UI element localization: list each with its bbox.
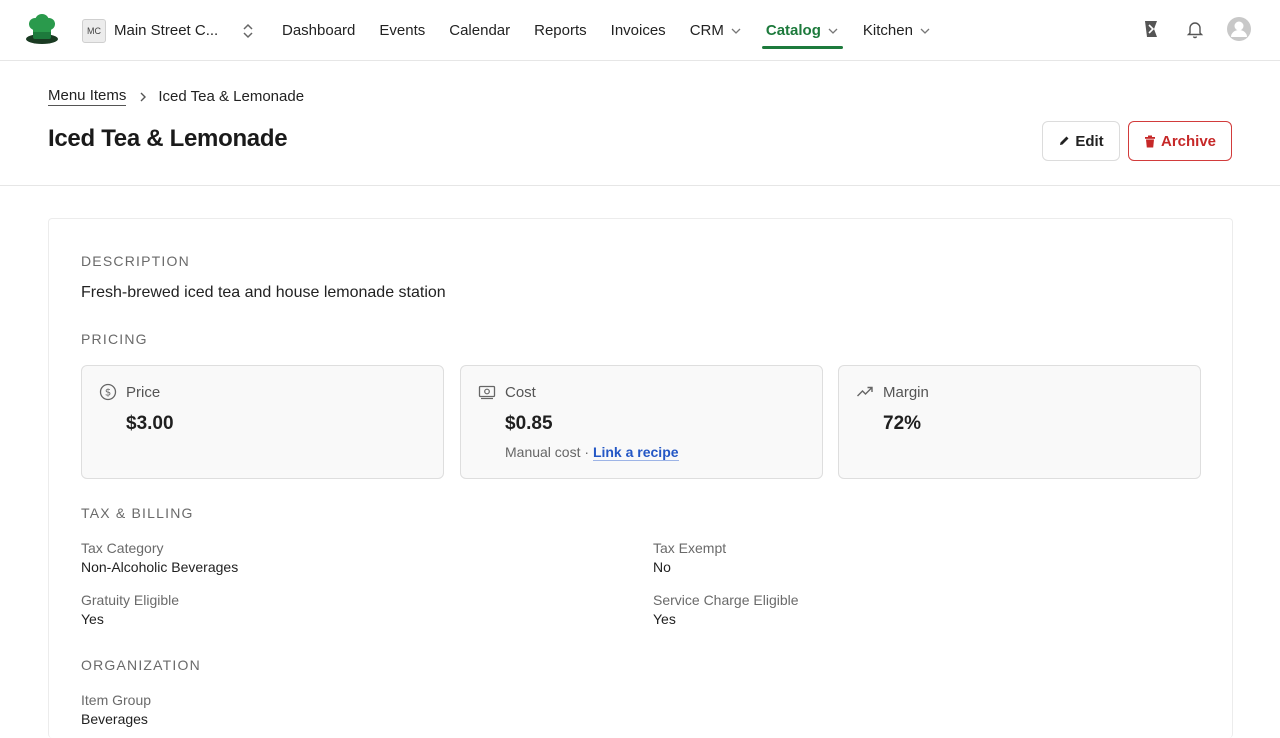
chevron-up-down-icon[interactable] xyxy=(240,22,256,40)
nav-kitchen[interactable]: Kitchen xyxy=(863,0,931,61)
nav-label: Reports xyxy=(534,22,587,39)
nav-reports[interactable]: Reports xyxy=(534,0,587,61)
nav-label: Kitchen xyxy=(862,22,913,39)
organization-section-label: ORGANIZATION xyxy=(81,657,201,673)
chevron-down-icon xyxy=(731,28,741,34)
bell-icon[interactable] xyxy=(1182,16,1208,42)
org-name: Main Street C... xyxy=(114,22,219,39)
margin-tile: Margin 72% xyxy=(838,365,1201,479)
cash-icon xyxy=(478,385,496,400)
price-tile: $ Price $3.00 xyxy=(81,365,444,479)
edit-label: Edit xyxy=(1075,132,1104,150)
cost-note: Manual cost · Link a recipe xyxy=(505,444,679,461)
edit-button[interactable]: Edit xyxy=(1042,121,1120,161)
svg-text:$: $ xyxy=(105,388,111,399)
item-group-field: Item Group Beverages xyxy=(81,692,151,727)
archive-label: Archive xyxy=(1160,132,1217,150)
dollar-circle-icon: $ xyxy=(99,383,117,401)
nav-label: Dashboard xyxy=(282,22,356,39)
trending-up-icon xyxy=(857,386,873,397)
gratuity-eligible-field: Gratuity Eligible Yes xyxy=(81,592,179,627)
org-badge: MC xyxy=(82,18,106,43)
chevron-right-icon xyxy=(140,92,147,101)
nav-calendar[interactable]: Calendar xyxy=(449,0,510,61)
field-value: Yes xyxy=(81,611,104,627)
top-navigation: MC Main Street C... Dashboard Events Cal… xyxy=(0,0,1280,61)
tax-billing-section-label: TAX & BILLING xyxy=(81,505,194,521)
description-text: Fresh-brewed iced tea and house lemonade… xyxy=(81,284,446,301)
page-header: Menu Items Iced Tea & Lemonade Iced Tea … xyxy=(0,61,1280,186)
nav-label: CRM xyxy=(689,22,724,39)
feedback-icon[interactable] xyxy=(1138,16,1164,42)
chef-hat-logo-icon[interactable] xyxy=(24,14,60,46)
cost-tile: Cost $0.85 Manual cost · Link a recipe xyxy=(460,365,823,479)
cost-source-text: Manual cost · xyxy=(505,444,590,460)
breadcrumb: Menu Items Iced Tea & Lemonade xyxy=(48,87,304,106)
link-recipe-link[interactable]: Link a recipe xyxy=(592,444,679,461)
cost-label: Cost xyxy=(505,384,536,401)
tax-category-field: Tax Category Non-Alcoholic Beverages xyxy=(81,540,238,575)
field-value: Beverages xyxy=(81,711,148,727)
field-label: Gratuity Eligible xyxy=(81,592,180,608)
main-nav: Dashboard Events Calendar Reports Invoic… xyxy=(282,0,955,61)
field-label: Item Group xyxy=(81,692,152,708)
chevron-down-icon xyxy=(828,28,838,34)
field-label: Tax Category xyxy=(81,540,164,556)
archive-button[interactable]: Archive xyxy=(1128,121,1232,161)
breadcrumb-menu-items-link[interactable]: Menu Items xyxy=(48,87,127,106)
nav-invoices[interactable]: Invoices xyxy=(611,0,666,61)
service-charge-eligible-field: Service Charge Eligible Yes xyxy=(653,592,799,627)
avatar[interactable] xyxy=(1226,16,1252,42)
field-value: Yes xyxy=(653,611,676,627)
field-value: No xyxy=(653,559,671,575)
nav-actions xyxy=(1120,16,1252,42)
nav-label: Events xyxy=(379,22,426,39)
nav-crm[interactable]: CRM xyxy=(690,0,742,61)
margin-label: Margin xyxy=(883,384,929,401)
nav-label: Calendar xyxy=(449,22,511,39)
breadcrumb-current: Iced Tea & Lemonade xyxy=(158,88,305,105)
description-section-label: DESCRIPTION xyxy=(81,253,190,269)
pencil-icon xyxy=(1060,136,1069,145)
nav-events[interactable]: Events xyxy=(379,0,425,61)
nav-label: Catalog xyxy=(765,22,821,39)
field-label: Tax Exempt xyxy=(653,540,727,556)
price-label: Price xyxy=(126,384,161,401)
nav-label: Invoices xyxy=(610,22,666,39)
margin-value: 72% xyxy=(883,413,922,434)
item-details-card: DESCRIPTION Fresh-brewed iced tea and ho… xyxy=(48,218,1233,738)
field-value: Non-Alcoholic Beverages xyxy=(81,559,239,575)
trash-icon xyxy=(1144,135,1155,147)
cost-value: $0.85 xyxy=(505,413,553,434)
price-value: $3.00 xyxy=(126,413,174,434)
nav-dashboard[interactable]: Dashboard xyxy=(282,0,355,61)
page-title: Iced Tea & Lemonade xyxy=(48,125,288,152)
nav-catalog[interactable]: Catalog xyxy=(761,0,843,61)
org-selector[interactable]: MC Main Street C... xyxy=(82,18,226,43)
field-label: Service Charge Eligible xyxy=(653,592,799,608)
chevron-down-icon xyxy=(920,28,930,34)
pricing-section-label: PRICING xyxy=(81,331,148,347)
tax-exempt-field: Tax Exempt No xyxy=(653,540,726,575)
